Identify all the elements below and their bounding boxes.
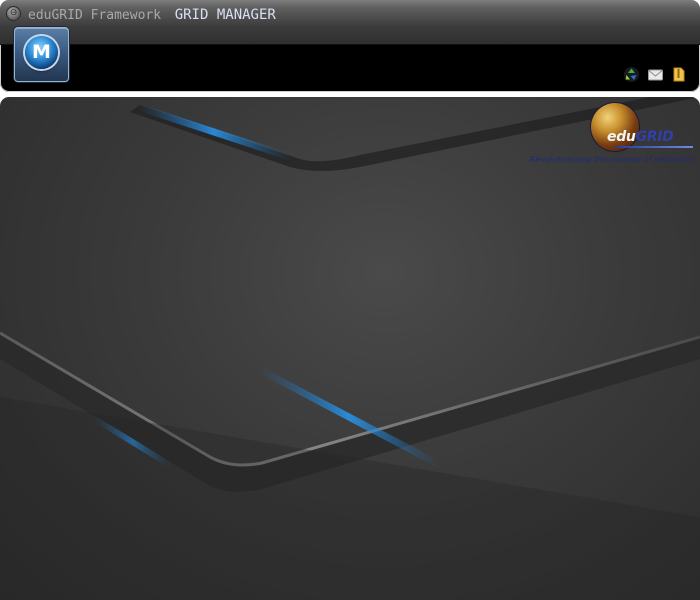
- top-panel: ⊖ eduGRID Framework GRID MANAGER M: [0, 0, 700, 92]
- edugrid-logo: eduGRID Revolutionizing the concept of e…: [519, 101, 694, 167]
- logo-wordmark: eduGRID: [607, 129, 674, 145]
- logo-swoosh: [615, 146, 693, 148]
- window-title: eduGRID Framework GRID MANAGER: [28, 4, 276, 23]
- menu-orb-icon: M: [25, 36, 58, 69]
- app-name: eduGRID Framework: [28, 8, 162, 23]
- logo-edu: edu: [607, 129, 636, 145]
- logo-grid: GRID: [635, 129, 674, 145]
- mail-icon[interactable]: [647, 66, 664, 83]
- logo-tagline: Revolutionizing the concept of education: [529, 155, 694, 164]
- desktop-workspace: eduGRID Revolutionizing the concept of e…: [0, 97, 700, 600]
- wallpaper-graphic: [0, 97, 700, 600]
- title-bar: ⊖ eduGRID Framework GRID MANAGER: [0, 0, 700, 45]
- grid-manager-app: ⊖ eduGRID Framework GRID MANAGER M eduGR…: [0, 0, 700, 600]
- system-tray: [623, 66, 688, 83]
- folder-icon[interactable]: [671, 66, 688, 83]
- section-title: GRID MANAGER: [174, 7, 276, 23]
- recycle-icon[interactable]: [623, 66, 640, 83]
- main-menu-button[interactable]: M: [14, 27, 69, 82]
- window-control-icon[interactable]: ⊖: [6, 6, 21, 21]
